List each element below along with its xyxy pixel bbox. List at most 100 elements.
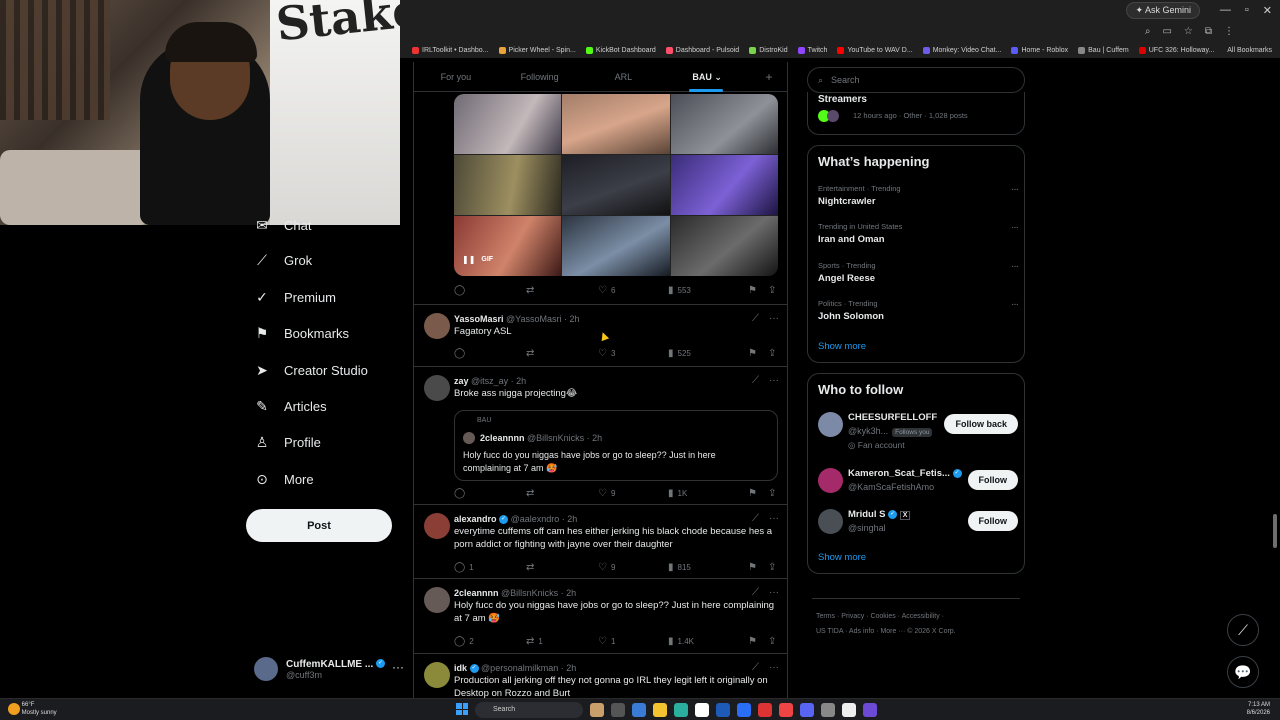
windows-start-icon[interactable] (456, 703, 468, 715)
edge-icon[interactable] (674, 703, 688, 717)
account-switcher[interactable]: CuffemKALLME ... ✓ @cuff3m ··· (254, 656, 404, 682)
extensions-icon[interactable]: ⧉ (1205, 26, 1212, 37)
tweet[interactable]: 2cleannnn @BillsnKnicks · 2h ⟋ ··· Holy f… (414, 578, 787, 653)
follow-back-button[interactable]: Follow back (944, 414, 1018, 434)
avatar[interactable] (424, 513, 450, 539)
bookmark-item[interactable]: Bau | Cuffem (1078, 46, 1129, 54)
like-button[interactable]: ♡ 9 (598, 562, 668, 573)
views-button[interactable]: ▮ 525 (668, 348, 748, 359)
avatar[interactable] (424, 375, 450, 401)
discord-icon[interactable] (800, 703, 814, 717)
follow-suggestion[interactable]: CHEESURFELLOFF @kyk3h... Follows you ◎ Fa… (818, 412, 1018, 450)
bookmark-item[interactable]: IRLToolkit • Dashbo... (412, 46, 489, 54)
grok-icon[interactable]: ⟋ (752, 587, 759, 598)
follow-suggestion[interactable]: Mridul S ✓ X @singhal Follow (818, 509, 1018, 539)
grok-fab-button[interactable]: ⟋ (1227, 614, 1259, 646)
views-button[interactable]: ▮ 815 (668, 562, 748, 573)
bookmark-button[interactable]: ⚑ (748, 636, 768, 647)
like-button[interactable]: ♡ 9 (598, 488, 668, 499)
more-icon[interactable]: ··· (1011, 184, 1019, 195)
bookmark-item[interactable]: UFC 326: Holloway... (1138, 46, 1214, 54)
avatar[interactable] (424, 313, 450, 339)
bookmark-item[interactable]: YouTube to WAV D... (837, 46, 913, 54)
trend-item[interactable]: Politics · Trending John Solomon ··· (818, 299, 1019, 322)
bookmark-item[interactable]: KickBot Dashboard (585, 46, 656, 54)
like-button[interactable]: ♡ 3 (598, 348, 668, 359)
avatar[interactable] (424, 662, 450, 688)
tab-following[interactable]: Following (498, 62, 582, 92)
trend-item[interactable]: Trending in United States Iran and Oman … (818, 222, 1019, 245)
more-icon[interactable]: ··· (769, 313, 779, 324)
more-icon[interactable]: ··· (769, 662, 779, 673)
system-clock[interactable]: 7:13 AM 8/6/2026 (1247, 701, 1270, 717)
more-icon[interactable]: ··· (392, 660, 404, 674)
timeline[interactable]: For you Following ARL BAU ⌄ + ❚❚ GIF ◯ ⇄ … (413, 62, 788, 698)
tweet[interactable]: idk ✓ @personalmilkman · 2h ⟋ ··· Product… (414, 653, 787, 698)
share-button[interactable]: ⇪ (768, 285, 776, 296)
tab-arl[interactable]: ARL (582, 62, 666, 92)
follow-suggestion[interactable]: Kameron_Scat_Fetis... ✓ @KamScaFetishAmo… (818, 468, 1018, 498)
more-icon[interactable]: ··· (1011, 261, 1019, 272)
messages-fab-button[interactable]: 💬 (1227, 656, 1259, 688)
cast-icon[interactable]: ▭ (1162, 26, 1171, 37)
app-icon[interactable] (842, 703, 856, 717)
tab-bau[interactable]: BAU ⌄ (665, 62, 749, 92)
footer-links[interactable]: Terms · Privacy · Cookies · Accessibilit… (816, 609, 1026, 624)
folder-icon[interactable] (653, 703, 667, 717)
share-button[interactable]: ⇪ (768, 562, 776, 573)
share-button[interactable]: ⇪ (768, 348, 776, 359)
grok-icon[interactable]: ⟋ (752, 313, 759, 324)
bookmark-item[interactable]: Picker Wheel - Spin... (498, 46, 576, 54)
app-icon[interactable] (863, 703, 877, 717)
footer-links[interactable]: US TIDA · Ads info · More ··· © 2026 X C… (816, 624, 1026, 639)
app-icon[interactable] (821, 703, 835, 717)
avatar[interactable] (818, 412, 843, 437)
scrollbar[interactable] (1272, 62, 1278, 698)
nav-premium[interactable]: ✓ Premium (254, 289, 336, 305)
reply-button[interactable]: ◯ (454, 488, 526, 499)
follow-button[interactable]: Follow (967, 470, 1018, 490)
repost-button[interactable]: ⇄ (526, 348, 598, 359)
like-button[interactable]: ♡ 1 (598, 636, 668, 647)
like-button[interactable]: ♡ 6 (598, 285, 668, 296)
reply-button[interactable]: ◯ 1 (454, 562, 526, 573)
avatar[interactable] (818, 509, 843, 534)
gif-media[interactable] (454, 94, 778, 276)
close-icon[interactable]: ✕ (1263, 4, 1272, 17)
views-button[interactable]: ▮ 1K (668, 488, 748, 499)
show-more-link[interactable]: Show more (818, 341, 866, 352)
bookmark-item[interactable]: DistroKid (749, 46, 788, 54)
bookmark-item[interactable]: Dashboard - Pulsoid (665, 46, 739, 54)
chrome-icon[interactable] (695, 703, 709, 717)
quoted-tweet[interactable]: BAU 2cleannnn @BillsnKnicks · 2h Holy fu… (454, 410, 778, 481)
gif-badge[interactable]: ❚❚ GIF (462, 255, 493, 264)
app-icon[interactable] (716, 703, 730, 717)
app-icon[interactable] (611, 703, 625, 717)
grok-icon[interactable]: ⟋ (752, 662, 759, 673)
weather-widget[interactable]: 66°F Mostly sunny (8, 701, 57, 717)
more-icon[interactable]: ··· (769, 375, 779, 386)
menu-icon[interactable]: ⋮ (1224, 26, 1234, 37)
add-tab-button[interactable]: + (749, 62, 787, 92)
app-icon[interactable] (590, 703, 604, 717)
more-icon[interactable]: ··· (769, 513, 779, 524)
taskbar-search[interactable]: Search (475, 702, 583, 718)
nav-profile[interactable]: ♙ Profile (254, 434, 321, 450)
bookmark-item[interactable]: Twitch (797, 46, 827, 54)
reply-button[interactable]: ◯ (454, 285, 526, 296)
bookmark-button[interactable]: ⚑ (748, 285, 768, 296)
nav-grok[interactable]: ⟋ Grok (254, 252, 312, 268)
bookmark-item[interactable]: Home - Roblox (1011, 46, 1068, 54)
pause-icon[interactable]: ❚❚ (462, 255, 475, 264)
bookmark-button[interactable]: ⚑ (748, 562, 768, 573)
tweet[interactable]: alexandro ✓ @aalexndro · 2h ⟋ ··· everyti… (414, 504, 787, 578)
maximize-icon[interactable]: ▫ (1245, 4, 1249, 17)
avatar[interactable] (424, 587, 450, 613)
tab-for-you[interactable]: For you (414, 62, 498, 92)
share-button[interactable]: ⇪ (768, 488, 776, 499)
trend-item[interactable]: Entertainment · Trending Nightcrawler ··… (818, 184, 1019, 207)
nav-more[interactable]: ⊙ More (254, 471, 314, 487)
minimize-icon[interactable]: — (1220, 4, 1231, 17)
community-card[interactable]: Streamers 12 hours ago · Other · 1,028 p… (807, 92, 1025, 135)
more-icon[interactable]: ··· (1011, 222, 1019, 233)
